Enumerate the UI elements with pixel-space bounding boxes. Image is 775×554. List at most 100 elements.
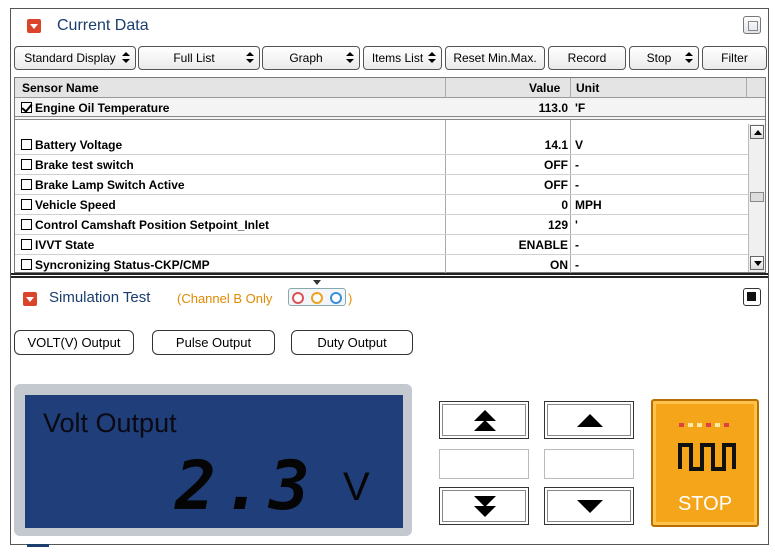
double-down-arrow-icon bbox=[474, 494, 496, 520]
sensor-name: IVVT State bbox=[35, 238, 95, 252]
row-checkbox[interactable] bbox=[21, 219, 32, 230]
simulation-title: Simulation Test bbox=[49, 289, 151, 306]
items-list-label: Items List bbox=[371, 51, 424, 65]
channel-note: (Channel B Only bbox=[177, 291, 272, 306]
sensor-value: 14.1 bbox=[544, 138, 568, 152]
updown-arrow-icon bbox=[122, 52, 130, 64]
up-arrow-icon bbox=[577, 414, 603, 427]
standard-display-select[interactable]: Standard Display bbox=[14, 46, 136, 70]
collapse-icon[interactable] bbox=[27, 19, 41, 33]
row-checkbox[interactable] bbox=[21, 179, 32, 190]
sensor-name: Battery Voltage bbox=[35, 138, 123, 152]
large-step-field[interactable] bbox=[439, 449, 529, 479]
table-row[interactable]: Brake Lamp Switch Active OFF - bbox=[15, 175, 748, 195]
sensor-value: ON bbox=[550, 258, 568, 272]
sensor-value: 129 bbox=[547, 218, 568, 232]
sensor-value: 113.0 bbox=[538, 101, 568, 115]
row-checkbox[interactable] bbox=[21, 139, 32, 150]
column-header-value[interactable]: Value bbox=[529, 81, 560, 95]
pinned-row: Engine Oil Temperature 113.0 'F bbox=[15, 98, 765, 120]
items-list-select[interactable]: Items List bbox=[363, 46, 442, 70]
full-list-select[interactable]: Full List bbox=[138, 46, 260, 70]
table-header: Sensor Name Value Unit bbox=[15, 78, 765, 98]
table-row[interactable]: Control Camshaft Position Setpoint_Inlet… bbox=[15, 215, 748, 235]
stop-select-label: Stop bbox=[646, 51, 672, 65]
table-row[interactable]: IVVT State ENABLE - bbox=[15, 235, 748, 255]
stop-select[interactable]: Stop bbox=[629, 46, 699, 70]
down-arrow-icon bbox=[577, 500, 603, 513]
current-data-title: Current Data bbox=[57, 17, 149, 34]
standard-display-label: Standard Display bbox=[24, 51, 116, 65]
table-row[interactable]: Battery Voltage 14.1 V bbox=[15, 135, 748, 155]
collapse-icon[interactable] bbox=[23, 292, 37, 306]
toolbar: Standard Display Full List Graph Items L… bbox=[14, 46, 767, 72]
scroll-down-icon[interactable] bbox=[750, 256, 764, 270]
graph-select[interactable]: Graph bbox=[262, 46, 360, 70]
reset-min-max-button[interactable]: Reset Min.Max. bbox=[445, 46, 545, 70]
double-up-arrow-icon bbox=[474, 408, 496, 434]
table-row[interactable]: Brake test switch OFF - bbox=[15, 155, 748, 175]
table-row[interactable]: Vehicle Speed 0 MPH bbox=[15, 195, 748, 215]
sensor-unit: - bbox=[575, 258, 579, 272]
sensor-unit: V bbox=[575, 138, 584, 152]
increase-large-button[interactable] bbox=[439, 401, 529, 439]
sensor-name: Brake test switch bbox=[35, 158, 134, 172]
duty-output-button[interactable]: Duty Output bbox=[291, 330, 413, 355]
channel-selector[interactable] bbox=[288, 288, 346, 306]
sensor-value: 0 bbox=[561, 198, 568, 212]
sensor-name: Syncronizing Status-CKP/CMP bbox=[35, 258, 210, 272]
decrease-button[interactable] bbox=[544, 487, 634, 525]
channel-b-dot-icon[interactable] bbox=[311, 292, 323, 304]
sensor-table: Sensor Name Value Unit Engine Oil Temper… bbox=[14, 77, 766, 274]
sensor-unit: - bbox=[575, 158, 579, 172]
sensor-unit: 'F bbox=[575, 101, 586, 115]
display-value: 2.3 bbox=[175, 447, 316, 526]
channel-a-dot-icon[interactable] bbox=[292, 292, 304, 304]
channel-note-open: (Channel B Only bbox=[177, 291, 273, 306]
sensor-unit: - bbox=[575, 238, 579, 252]
updown-arrow-icon bbox=[685, 52, 693, 64]
graph-label: Graph bbox=[289, 51, 323, 65]
decrease-large-button[interactable] bbox=[439, 487, 529, 525]
table-row[interactable]: Syncronizing Status-CKP/CMP ON - bbox=[15, 255, 748, 272]
restore-window-icon[interactable] bbox=[743, 16, 761, 34]
display-title: Volt Output bbox=[43, 408, 177, 438]
row-checkbox[interactable] bbox=[21, 102, 32, 113]
stop-label: STOP bbox=[677, 493, 733, 515]
sensor-value: OFF bbox=[544, 158, 568, 172]
channel-c-dot-icon[interactable] bbox=[330, 292, 342, 304]
pulse-output-button[interactable]: Pulse Output bbox=[152, 330, 275, 355]
scrollbar-thumb[interactable] bbox=[750, 192, 764, 202]
channel-pointer-icon bbox=[313, 280, 321, 285]
app-window: Current Data Standard Display Full List … bbox=[10, 8, 769, 545]
full-list-label: Full List bbox=[173, 51, 215, 65]
record-button[interactable]: Record bbox=[548, 46, 626, 70]
filter-button[interactable]: Filter bbox=[702, 46, 767, 70]
volt-output-button[interactable]: VOLT(V) Output bbox=[14, 330, 134, 355]
sensor-unit: - bbox=[575, 178, 579, 192]
row-checkbox[interactable] bbox=[21, 199, 32, 210]
sensor-name: Vehicle Speed bbox=[35, 198, 116, 212]
section-divider[interactable] bbox=[11, 273, 768, 278]
column-header-sensor-name[interactable]: Sensor Name bbox=[22, 81, 99, 95]
updown-arrow-icon bbox=[246, 52, 254, 64]
row-checkbox[interactable] bbox=[21, 259, 32, 270]
sensor-unit: ' bbox=[575, 218, 578, 232]
column-header-unit[interactable]: Unit bbox=[576, 81, 599, 95]
footer-mark bbox=[27, 544, 49, 547]
small-step-field[interactable] bbox=[544, 449, 634, 479]
stop-button[interactable]: STOP bbox=[651, 399, 759, 527]
table-scrollbar[interactable] bbox=[748, 124, 765, 272]
maximize-icon[interactable] bbox=[743, 288, 761, 306]
increase-button[interactable] bbox=[544, 401, 634, 439]
sensor-name: Brake Lamp Switch Active bbox=[35, 178, 185, 192]
row-checkbox[interactable] bbox=[21, 239, 32, 250]
updown-arrow-icon bbox=[428, 52, 436, 64]
table-row[interactable]: Engine Oil Temperature 113.0 'F bbox=[15, 98, 748, 118]
display-unit: V bbox=[343, 465, 370, 509]
updown-arrow-icon bbox=[346, 52, 354, 64]
scroll-up-icon[interactable] bbox=[750, 125, 764, 139]
output-display-bezel: Volt Output 2.3 V bbox=[14, 384, 412, 536]
sensor-name: Control Camshaft Position Setpoint_Inlet bbox=[35, 218, 270, 232]
row-checkbox[interactable] bbox=[21, 159, 32, 170]
